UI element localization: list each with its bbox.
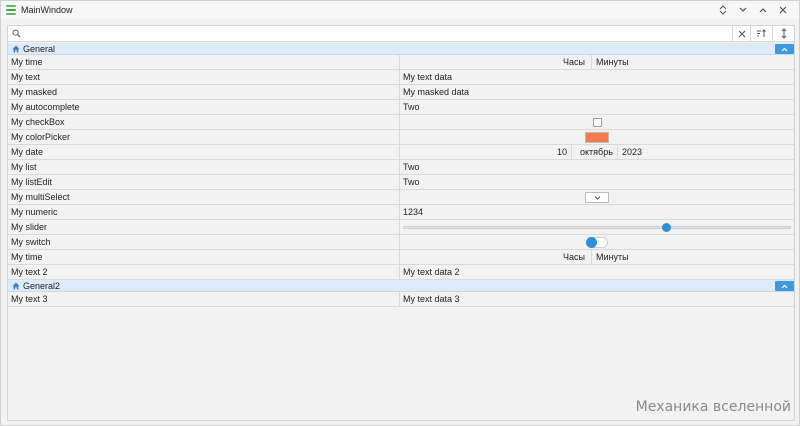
- maximize-button[interactable]: [753, 1, 773, 19]
- collapse-group-button[interactable]: [775, 281, 794, 291]
- property-row: My checkBox: [8, 115, 794, 130]
- search-icon: [8, 26, 24, 42]
- month-field[interactable]: октябрь: [572, 145, 618, 159]
- toggle-switch[interactable]: [586, 236, 608, 248]
- property-name: My text 3: [8, 292, 400, 306]
- property-name: My colorPicker: [8, 130, 400, 144]
- window-title: MainWindow: [21, 5, 73, 15]
- property-row: My switch: [8, 235, 794, 250]
- collapse-group-button[interactable]: [775, 44, 794, 54]
- property-name: My date: [8, 145, 400, 159]
- group-header-general2[interactable]: General2: [8, 280, 794, 292]
- grid-body: General My time Часы Минуты My text My t…: [8, 43, 794, 307]
- property-row: My time Часы Минуты: [8, 55, 794, 70]
- minutes-field[interactable]: Минуты: [592, 250, 629, 264]
- home-icon: [12, 45, 20, 53]
- property-row: My colorPicker: [8, 130, 794, 145]
- numeric-field[interactable]: 1234: [400, 205, 794, 219]
- year-field[interactable]: 2023: [618, 145, 642, 159]
- close-button[interactable]: [773, 1, 793, 19]
- masked-field[interactable]: My masked data: [400, 85, 794, 99]
- group-title: General: [23, 43, 56, 54]
- home-icon: [12, 282, 20, 290]
- clear-search-button[interactable]: [732, 25, 750, 42]
- switch-cell: [400, 235, 794, 249]
- property-row: My listEdit Two: [8, 175, 794, 190]
- property-row: My text 3 My text data 3: [8, 292, 794, 307]
- property-name: My switch: [8, 235, 400, 249]
- autocomplete-field[interactable]: Two: [400, 100, 794, 114]
- search-input[interactable]: [24, 26, 732, 41]
- time-editor[interactable]: Часы Минуты: [400, 250, 794, 264]
- time-editor[interactable]: Часы Минуты: [400, 55, 794, 69]
- property-name: My masked: [8, 85, 400, 99]
- day-field[interactable]: 10: [400, 145, 572, 159]
- text-field[interactable]: My text data 2: [400, 265, 794, 279]
- property-name: My slider: [8, 220, 400, 234]
- property-row: My time Часы Минуты: [8, 250, 794, 265]
- property-name: My time: [8, 55, 400, 69]
- app-icon: [6, 5, 16, 15]
- minimize-button[interactable]: [733, 1, 753, 19]
- property-row: My multiSelect: [8, 190, 794, 205]
- window-controls: [713, 1, 793, 19]
- chevron-down-icon: [594, 195, 600, 200]
- color-picker-cell: [400, 130, 794, 144]
- slider-thumb[interactable]: [662, 223, 672, 232]
- checkbox[interactable]: [592, 117, 602, 127]
- property-row: My masked My masked data: [8, 85, 794, 100]
- property-name: My list: [8, 160, 400, 174]
- group-header-general[interactable]: General: [8, 43, 794, 55]
- multiselect-cell: [400, 190, 794, 204]
- switch-knob: [586, 236, 597, 248]
- minutes-field[interactable]: Минуты: [592, 55, 629, 69]
- property-row: My list Two: [8, 160, 794, 175]
- slider-cell: [400, 220, 794, 234]
- property-row: My text My text data: [8, 70, 794, 85]
- property-row: My autocomplete Two: [8, 100, 794, 115]
- property-name: My listEdit: [8, 175, 400, 189]
- property-name: My text: [8, 70, 400, 84]
- hours-field[interactable]: Часы: [400, 55, 592, 69]
- resize-icon[interactable]: [713, 1, 733, 19]
- property-row: My text 2 My text data 2: [8, 265, 794, 280]
- search-bar: [8, 25, 794, 42]
- group-title: General2: [23, 280, 61, 291]
- property-name: My text 2: [8, 265, 400, 279]
- watermark: Механика вселенной: [635, 399, 791, 415]
- list-field[interactable]: Two: [400, 160, 794, 174]
- slider-track[interactable]: [403, 226, 791, 229]
- property-name: My numeric: [8, 205, 400, 219]
- multiselect-dropdown[interactable]: [585, 191, 609, 203]
- property-row: My numeric 1234: [8, 205, 794, 220]
- property-name: My checkBox: [8, 115, 400, 129]
- checkbox-cell: [400, 115, 794, 129]
- expand-all-button[interactable]: [772, 25, 794, 42]
- property-row: My slider: [8, 220, 794, 235]
- main-window: MainWindow General My time Часы Минуты M…: [0, 0, 800, 426]
- hours-field[interactable]: Часы: [400, 250, 592, 264]
- property-grid: General My time Часы Минуты My text My t…: [7, 25, 795, 421]
- sort-button[interactable]: [750, 25, 772, 42]
- property-row: My date 10 октябрь 2023: [8, 145, 794, 160]
- property-name: My multiSelect: [8, 190, 400, 204]
- title-bar: MainWindow: [1, 1, 799, 19]
- text-field[interactable]: My text data 3: [400, 292, 794, 306]
- property-name: My time: [8, 250, 400, 264]
- list-edit-field[interactable]: Two: [400, 175, 794, 189]
- color-swatch[interactable]: [585, 131, 609, 143]
- date-editor[interactable]: 10 октябрь 2023: [400, 145, 794, 159]
- text-field[interactable]: My text data: [400, 70, 794, 84]
- property-name: My autocomplete: [8, 100, 400, 114]
